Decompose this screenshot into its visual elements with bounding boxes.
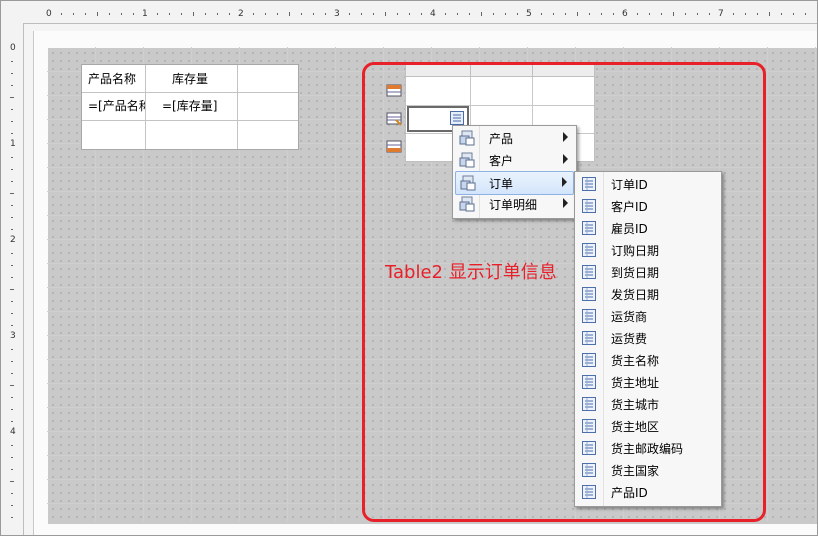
field-item[interactable]: 雇员ID <box>577 217 719 239</box>
field-icon <box>581 176 597 192</box>
ruler-number: 6 <box>622 9 628 19</box>
table1-expr-stock: =[库存量] <box>162 99 218 113</box>
table1[interactable]: 产品名称 库存量 =[产品名称] =[库存量] <box>81 64 299 150</box>
field-label: 货主地区 <box>611 420 660 434</box>
data-table-icon <box>459 152 475 168</box>
menu-item-order-details[interactable]: 订单明细 <box>455 193 574 215</box>
field-label: 货主地址 <box>611 376 660 390</box>
field-label: 到货日期 <box>611 266 660 280</box>
table1-header-cell[interactable]: 产品名称 <box>82 65 146 93</box>
field-label: 客户ID <box>611 200 648 214</box>
ruler-number: 3 <box>10 331 16 341</box>
ruler-number: 1 <box>10 139 16 149</box>
field-icon <box>581 352 597 368</box>
field-item[interactable]: 运货费 <box>577 327 719 349</box>
table1-header-stock: 库存量 <box>172 72 209 86</box>
field-item[interactable]: 货主名称 <box>577 349 719 371</box>
table1-footer-cell[interactable] <box>146 121 238 149</box>
field-label: 运货费 <box>611 332 648 346</box>
table1-footer-cell[interactable] <box>82 121 146 149</box>
ruler-number: 5 <box>526 9 532 19</box>
field-item[interactable]: 货主地址 <box>577 371 719 393</box>
dataset-context-menu[interactable]: 产品 客户 订单 订单明细 <box>452 125 577 219</box>
field-label: 订购日期 <box>611 244 660 258</box>
table1-expr-product-name: =[产品名称] <box>88 99 145 113</box>
data-table-icon <box>459 130 475 146</box>
ruler-number: 2 <box>238 9 244 19</box>
menu-item-products[interactable]: 产品 <box>455 127 574 149</box>
menu-item-orders[interactable]: 订单 <box>455 171 574 195</box>
field-item[interactable]: 发货日期 <box>577 283 719 305</box>
table1-header-cell[interactable]: 库存量 <box>146 65 238 93</box>
table1-footer-cell[interactable] <box>238 121 298 149</box>
field-item[interactable]: 货主地区 <box>577 415 719 437</box>
ruler-number: 0 <box>10 43 16 53</box>
field-item[interactable]: 客户ID <box>577 195 719 217</box>
table1-header-cell[interactable] <box>238 65 298 93</box>
table1-data-cell[interactable]: =[库存量] <box>146 93 238 121</box>
ruler-number: 1 <box>142 9 148 19</box>
menu-item-label: 产品 <box>489 132 514 146</box>
field-item[interactable]: 产品ID <box>577 481 719 503</box>
vertical-ruler: 0 1 2 3 4 <box>1 23 24 535</box>
menu-item-customers[interactable]: 客户 <box>455 149 574 171</box>
field-label: 货主邮政编码 <box>611 442 684 456</box>
orders-fields-submenu[interactable]: 订单ID 客户ID 雇员ID 订购日期到货日期发货日期运货商运货费货主名称货主地址货主… <box>574 171 722 507</box>
field-label: 货主城市 <box>611 398 660 412</box>
data-table-icon <box>460 175 476 191</box>
submenu-arrow-icon <box>563 198 568 208</box>
menu-item-label: 客户 <box>489 154 514 168</box>
field-icon <box>581 264 597 280</box>
field-label: 货主国家 <box>611 464 660 478</box>
table1-data-cell[interactable]: =[产品名称] <box>82 93 146 121</box>
field-icon <box>581 220 597 236</box>
field-label: 发货日期 <box>611 288 660 302</box>
ruler-number: 7 <box>718 9 724 19</box>
field-item[interactable]: 到货日期 <box>577 261 719 283</box>
field-item[interactable]: 运货商 <box>577 305 719 327</box>
ruler-number: 0 <box>46 9 52 19</box>
field-label: 货主名称 <box>611 354 660 368</box>
data-table-icon <box>459 196 475 212</box>
field-icon <box>581 286 597 302</box>
submenu-arrow-icon <box>563 154 568 164</box>
ruler-number: 2 <box>10 235 16 245</box>
field-label: 订单ID <box>611 178 648 192</box>
ruler-number: 4 <box>10 427 16 437</box>
field-item[interactable]: 货主城市 <box>577 393 719 415</box>
field-icon <box>581 484 597 500</box>
ruler-number: 4 <box>430 9 436 19</box>
submenu-arrow-icon <box>563 132 568 142</box>
field-icon <box>581 330 597 346</box>
ruler-number: 3 <box>334 9 340 19</box>
field-icon <box>581 308 597 324</box>
menu-item-label: 订单 <box>489 177 514 191</box>
field-item[interactable]: 货主国家 <box>577 459 719 481</box>
menu-item-label: 订单明细 <box>489 198 538 212</box>
field-label: 雇员ID <box>611 222 648 236</box>
field-icon <box>581 374 597 390</box>
annotation-label: Table2 显示订单信息 <box>385 262 557 283</box>
field-icon <box>581 396 597 412</box>
field-item[interactable]: 货主邮政编码 <box>577 437 719 459</box>
submenu-arrow-icon <box>562 177 567 187</box>
field-item[interactable]: 订单ID <box>577 173 719 195</box>
field-icon <box>581 418 597 434</box>
field-label: 运货商 <box>611 310 648 324</box>
field-icon <box>581 242 597 258</box>
field-item[interactable]: 订购日期 <box>577 239 719 261</box>
field-icon <box>581 462 597 478</box>
ruler-corner <box>1 1 33 24</box>
table1-data-cell[interactable] <box>238 93 298 121</box>
field-label: 产品ID <box>611 486 648 500</box>
field-icon <box>581 198 597 214</box>
table1-header-product-name: 产品名称 <box>88 72 137 86</box>
field-icon <box>581 440 597 456</box>
horizontal-ruler: 0 1 2 3 4 5 6 7 <box>33 1 817 24</box>
